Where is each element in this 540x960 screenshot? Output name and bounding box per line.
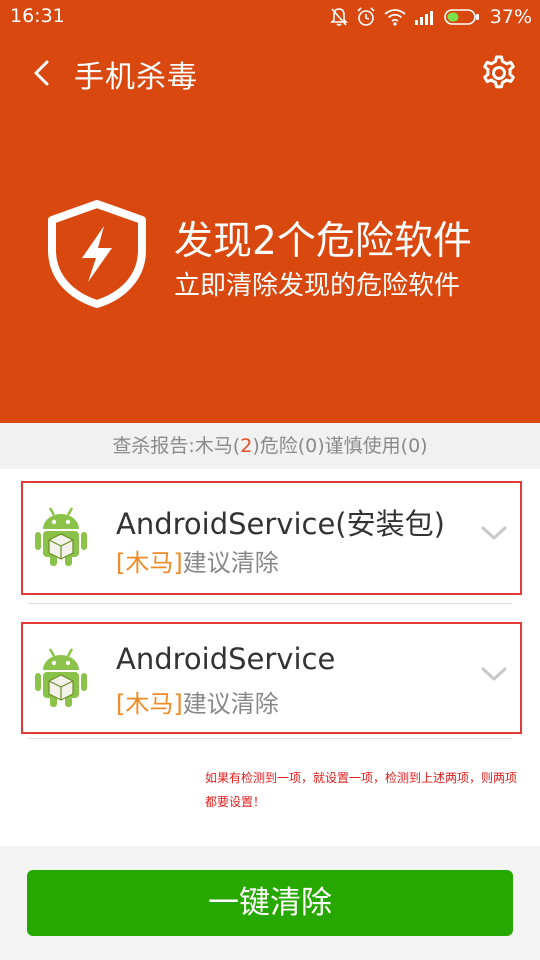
mute-notifications-icon (329, 8, 348, 26)
shield-lightning-icon (48, 200, 146, 308)
threat-tag: [木马] (116, 690, 183, 718)
danger-subline: 立即清除发现的危险软件 (174, 271, 461, 301)
one-click-clean-button[interactable]: 一键清除 (27, 870, 513, 936)
battery-icon (443, 9, 479, 25)
threat-name: AndroidService(安装包) (116, 507, 445, 541)
gear-icon[interactable] (480, 54, 518, 92)
chevron-down-icon[interactable] (480, 664, 508, 684)
danger-count: 0 (305, 435, 318, 457)
android-app-icon (35, 507, 87, 566)
threat-status: [木马]建议清除 (116, 543, 279, 578)
battery-percentage: 37% (489, 6, 532, 28)
footer-bar: 一键清除 (0, 846, 540, 960)
report-suffix: )谨慎使用(0) (317, 435, 428, 457)
annotation-note: 如果有检测到一项，就设置一项，检测到上述两项，则两项都要设置！ (205, 771, 518, 809)
scan-report: 查杀报告:木马(2)危险(0)谨慎使用(0) (0, 423, 540, 469)
back-arrow-icon[interactable] (26, 56, 60, 90)
divider (28, 603, 512, 604)
danger-headline: 发现2个危险软件 (174, 219, 472, 264)
page-title: 手机杀毒 (74, 60, 198, 95)
status-icons: 37% (329, 4, 532, 30)
alarm-icon (357, 7, 375, 26)
header-panel: 16:31 37% 手机杀毒 发现2个危险软件 立即清除发现的危险软件 (0, 0, 540, 423)
threat-advice: 建议清除 (182, 549, 279, 577)
signal-icon (414, 11, 433, 25)
trojan-count: 2 (240, 435, 253, 457)
android-app-icon (35, 648, 87, 707)
report-middle: )危险( (252, 435, 306, 457)
threat-advice: 建议清除 (182, 690, 279, 718)
wifi-icon (384, 9, 406, 26)
status-bar: 16:31 37% (0, 0, 540, 34)
threat-status: [木马]建议清除 (116, 684, 279, 719)
status-time: 16:31 (10, 5, 65, 27)
chevron-down-icon[interactable] (480, 523, 508, 543)
threat-item[interactable]: AndroidService(安装包) [木马]建议清除 (21, 481, 522, 595)
threat-name: AndroidService (116, 642, 336, 676)
title-bar: 手机杀毒 (0, 42, 540, 104)
threat-item[interactable]: AndroidService [木马]建议清除 (21, 622, 522, 734)
divider (28, 738, 512, 739)
report-prefix: 查杀报告:木马( (112, 435, 241, 457)
threat-tag: [木马] (116, 549, 183, 577)
